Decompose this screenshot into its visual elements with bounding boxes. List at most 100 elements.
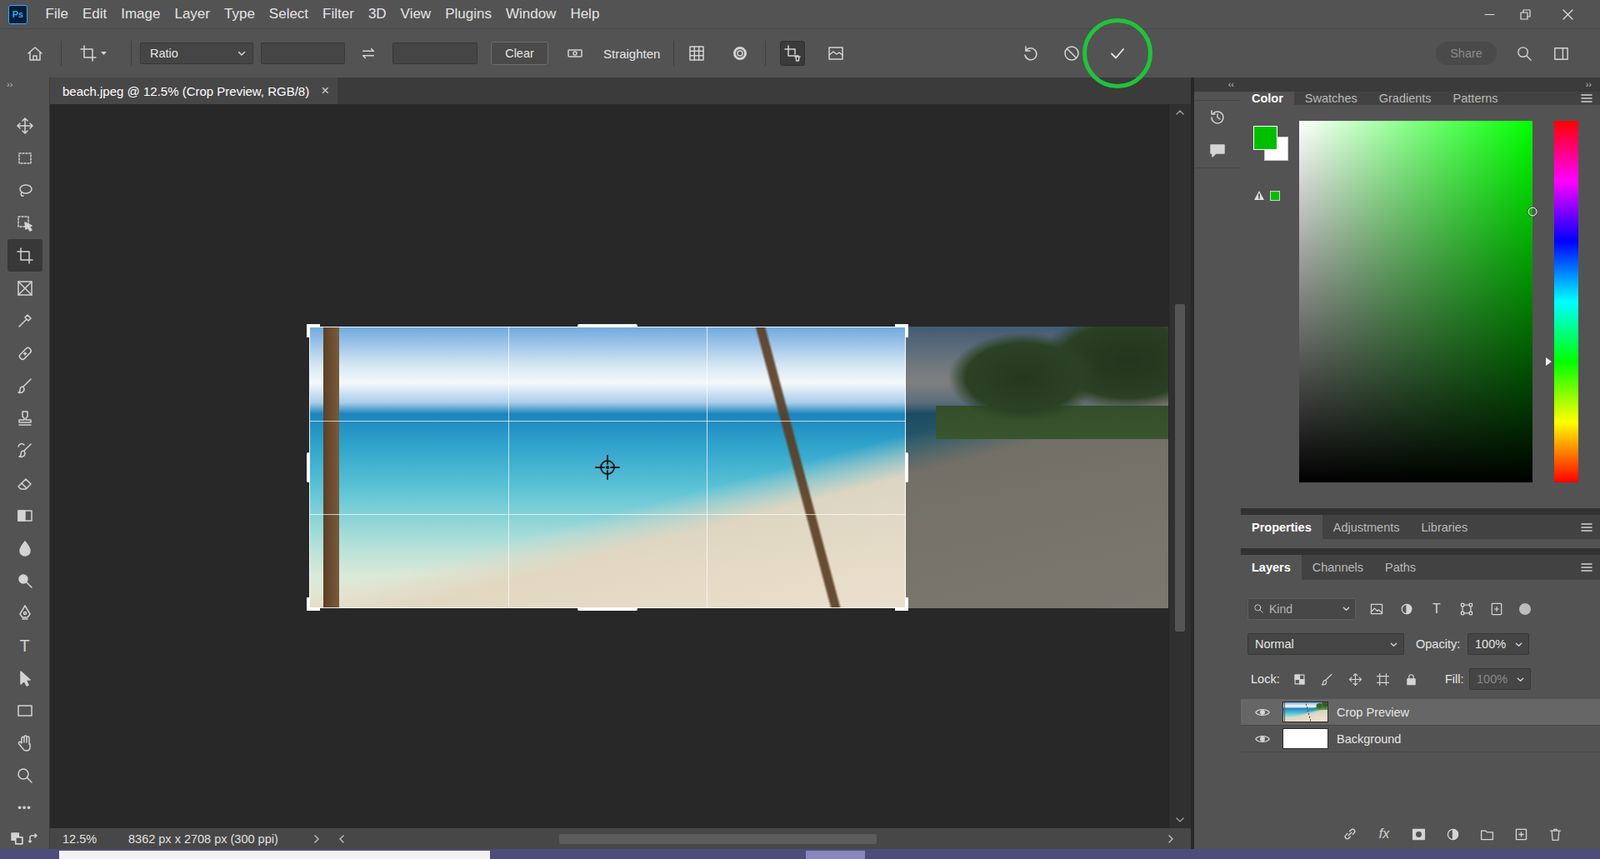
color-picker[interactable]: [1299, 120, 1533, 483]
menu-item[interactable]: Plugins: [438, 0, 500, 29]
trash-icon[interactable]: [1538, 821, 1572, 847]
gear-icon[interactable]: [730, 44, 750, 63]
crop-handle[interactable]: [306, 452, 310, 483]
layer-row[interactable]: Crop Preview: [1240, 699, 1600, 726]
lock-all-icon[interactable]: [1398, 672, 1424, 687]
more-tool-button[interactable]: •••: [7, 791, 43, 825]
document-info[interactable]: 8362 px x 2708 px (300 ppi): [128, 832, 312, 846]
panel-tab[interactable]: Patterns: [1442, 91, 1510, 105]
swap-icon[interactable]: [359, 45, 378, 62]
workspace-icon[interactable]: [1550, 45, 1571, 63]
menu-item[interactable]: File: [38, 0, 75, 29]
type-filter-button[interactable]: T: [1424, 598, 1450, 620]
menu-item[interactable]: Type: [216, 0, 262, 29]
zoom-tool-button[interactable]: [7, 759, 43, 792]
panel-tab[interactable]: Properties: [1240, 515, 1323, 540]
panel-tab[interactable]: Libraries: [1410, 515, 1480, 540]
crop-handle[interactable]: [895, 324, 909, 338]
stamp-tool-button[interactable]: [7, 401, 43, 435]
close-tab-button[interactable]: ×: [320, 82, 330, 100]
hue-marker[interactable]: [1545, 357, 1552, 366]
fill-field[interactable]: 100%: [1469, 668, 1531, 690]
lock-transparency-icon[interactable]: [1286, 672, 1312, 687]
fx-button[interactable]: fx: [1367, 821, 1401, 847]
cancel-icon[interactable]: [1061, 44, 1082, 63]
adjustment-filter-icon[interactable]: [1394, 598, 1420, 620]
vertical-scrollbar[interactable]: [1168, 104, 1191, 829]
lock-position-icon[interactable]: [1342, 672, 1368, 687]
panels-collapse[interactable]: ››: [1240, 77, 1600, 92]
scroll-thumb[interactable]: [559, 834, 877, 845]
menu-item[interactable]: Help: [563, 0, 607, 29]
hue-slider[interactable]: [1554, 120, 1579, 483]
kind-filter[interactable]: Kind: [1247, 598, 1356, 620]
scroll-thumb[interactable]: [1175, 304, 1185, 633]
blend-mode-dropdown[interactable]: Normal: [1247, 633, 1405, 655]
width-field[interactable]: [260, 42, 345, 65]
eyedropper-tool-button[interactable]: [7, 304, 43, 337]
gradient-tool-button[interactable]: [7, 499, 43, 532]
crop-handle[interactable]: [895, 597, 909, 611]
menu-item[interactable]: Edit: [75, 0, 114, 29]
scroll-left-icon[interactable]: [336, 835, 347, 844]
menu-item[interactable]: Filter: [315, 0, 362, 29]
move-tool-button[interactable]: [7, 109, 43, 142]
reset-icon[interactable]: [1020, 44, 1041, 63]
menu-icon[interactable]: [1580, 515, 1593, 540]
comment-icon[interactable]: [1194, 134, 1241, 168]
menu-item[interactable]: Image: [114, 0, 168, 29]
menu-icon[interactable]: [1580, 555, 1593, 580]
ratio-dropdown[interactable]: Ratio: [140, 42, 254, 65]
crop-handle[interactable]: [306, 597, 320, 611]
crop-preset-icon[interactable]: [78, 44, 99, 63]
default-colors-icon[interactable]: [10, 832, 24, 845]
crop-handle[interactable]: [577, 324, 638, 328]
panel-tab[interactable]: Color: [1240, 91, 1295, 105]
type-tool-button[interactable]: T: [7, 629, 43, 662]
commit-check-icon[interactable]: [1106, 40, 1129, 66]
straighten-icon[interactable]: [564, 44, 586, 63]
hand-tool-button[interactable]: [7, 726, 43, 760]
layer-name[interactable]: Background: [1336, 732, 1401, 746]
content-aware-icon[interactable]: [825, 40, 847, 66]
crop-handle[interactable]: [306, 324, 320, 338]
warning-icon[interactable]: [1253, 190, 1265, 202]
zoom-level[interactable]: 12.5%: [50, 832, 129, 846]
menu-item[interactable]: View: [393, 0, 439, 29]
horizontal-scrollbar[interactable]: [346, 833, 1166, 845]
close-icon[interactable]: [1544, 0, 1592, 29]
dodge-tool-button[interactable]: [7, 564, 43, 597]
minimize-icon[interactable]: [1472, 0, 1507, 29]
crop-handle[interactable]: [905, 452, 909, 483]
folder-icon[interactable]: [1470, 821, 1504, 847]
filter-toggle[interactable]: [1519, 603, 1531, 615]
crop-tool-button[interactable]: [7, 239, 43, 272]
menu-item[interactable]: Window: [498, 0, 563, 29]
preset-caret-icon[interactable]: [100, 50, 107, 57]
document-tab[interactable]: beach.jpeg @ 12.5% (Crop Preview, RGB/8)…: [50, 77, 338, 105]
document-image[interactable]: [309, 326, 1169, 609]
panel-tab[interactable]: Adjustments: [1322, 515, 1411, 540]
clear-button[interactable]: Clear: [490, 41, 549, 65]
visibility-eye-icon[interactable]: [1247, 699, 1278, 725]
swap-colors-icon[interactable]: [28, 832, 40, 845]
object-selection-tool-button[interactable]: [7, 206, 43, 240]
lock-artboard-icon[interactable]: [1370, 672, 1396, 687]
blur-tool-button[interactable]: [7, 531, 43, 565]
web-safe-swatch[interactable]: [1270, 190, 1280, 201]
crop-handle[interactable]: [577, 607, 638, 611]
toolbar-collapse[interactable]: ››: [0, 77, 50, 92]
mask-icon[interactable]: [1401, 821, 1435, 847]
scroll-right-icon[interactable]: [1165, 835, 1176, 844]
search-icon[interactable]: [1514, 45, 1535, 63]
menu-item[interactable]: Layer: [167, 0, 218, 29]
panel-tab[interactable]: Gradients: [1368, 91, 1443, 105]
scroll-up-icon[interactable]: [1175, 104, 1185, 121]
canvas[interactable]: [50, 104, 1169, 829]
info-menu-icon[interactable]: [311, 835, 322, 844]
pixel-filter-icon[interactable]: [1364, 598, 1390, 620]
shape-filter-icon[interactable]: [1454, 598, 1480, 620]
menu-item[interactable]: 3D: [360, 0, 394, 29]
opacity-field[interactable]: 100%: [1467, 633, 1530, 655]
panel-tab[interactable]: Paths: [1374, 555, 1427, 580]
